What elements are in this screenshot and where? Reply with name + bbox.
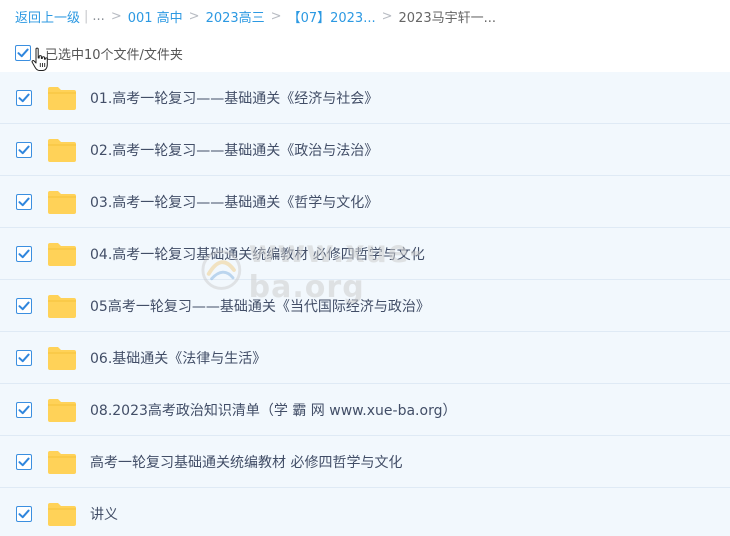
file-list: 01.高考一轮复习——基础通关《经济与社会》 02.高考一轮复习——基础通关《政… xyxy=(0,72,730,536)
list-item[interactable]: 01.高考一轮复习——基础通关《经济与社会》 xyxy=(0,72,730,124)
chevron-right-icon: > xyxy=(270,8,282,24)
list-item[interactable]: 04.高考一轮复习基础通关统编教材 必修四哲学与文化 xyxy=(0,228,730,280)
row-checkbox[interactable] xyxy=(16,297,32,314)
list-item[interactable]: 06.基础通关《法律与生活》 xyxy=(0,332,730,384)
file-name[interactable]: 08.2023高考政治知识清单（学 霸 网 www.xue-ba.org） xyxy=(90,400,456,420)
row-checkbox[interactable] xyxy=(16,89,32,106)
file-name[interactable]: 01.高考一轮复习——基础通关《经济与社会》 xyxy=(90,88,378,108)
row-checkbox[interactable] xyxy=(16,141,32,158)
file-browser: 返回上一级 | ... > 001 高中 > 2023高三 > 【07】2023… xyxy=(0,0,730,536)
chevron-right-icon: > xyxy=(188,8,200,24)
check-icon xyxy=(18,405,30,414)
row-checkbox[interactable] xyxy=(16,245,32,262)
check-icon xyxy=(18,509,30,518)
check-icon xyxy=(17,48,29,58)
file-name[interactable]: 04.高考一轮复习基础通关统编教材 必修四哲学与文化 xyxy=(90,244,425,264)
folder-icon xyxy=(48,294,76,318)
breadcrumb-ellipsis[interactable]: ... xyxy=(92,9,104,24)
folder-icon xyxy=(48,242,76,266)
file-name[interactable]: 02.高考一轮复习——基础通关《政治与法治》 xyxy=(90,140,378,160)
file-name[interactable]: 03.高考一轮复习——基础通关《哲学与文化》 xyxy=(90,192,378,212)
file-name[interactable]: 06.基础通关《法律与生活》 xyxy=(90,348,266,368)
check-icon xyxy=(18,197,30,206)
list-item[interactable]: 02.高考一轮复习——基础通关《政治与法治》 xyxy=(0,124,730,176)
check-icon xyxy=(18,249,30,258)
list-item[interactable]: 高考一轮复习基础通关统编教材 必修四哲学与文化 xyxy=(0,436,730,488)
file-name[interactable]: 讲义 xyxy=(90,504,118,524)
file-name[interactable]: 高考一轮复习基础通关统编教材 必修四哲学与文化 xyxy=(90,452,402,472)
list-item[interactable]: 03.高考一轮复习——基础通关《哲学与文化》 xyxy=(0,176,730,228)
breadcrumb: 返回上一级 | ... > 001 高中 > 2023高三 > 【07】2023… xyxy=(15,6,496,26)
select-all-row: 已选中10个文件/文件夹 xyxy=(15,44,183,63)
breadcrumb-divider: | xyxy=(84,8,89,24)
file-name[interactable]: 05高考一轮复习——基础通关《当代国际经济与政治》 xyxy=(90,296,430,316)
breadcrumb-item[interactable]: 【07】2023... xyxy=(288,7,376,26)
chevron-right-icon: > xyxy=(381,8,393,24)
list-item[interactable]: 08.2023高考政治知识清单（学 霸 网 www.xue-ba.org） xyxy=(0,384,730,436)
check-icon xyxy=(18,457,30,466)
breadcrumb-current: 2023马宇轩一... xyxy=(398,10,496,26)
list-item[interactable]: 讲义 xyxy=(0,488,730,536)
breadcrumb-item[interactable]: 2023高三 xyxy=(206,7,265,26)
select-all-checkbox[interactable] xyxy=(15,45,31,61)
list-item[interactable]: 05高考一轮复习——基础通关《当代国际经济与政治》 xyxy=(0,280,730,332)
check-icon xyxy=(18,353,30,362)
folder-icon xyxy=(48,138,76,162)
breadcrumb-item[interactable]: 001 高中 xyxy=(128,7,183,26)
row-checkbox[interactable] xyxy=(16,193,32,210)
folder-icon xyxy=(48,86,76,110)
folder-icon xyxy=(48,398,76,422)
folder-icon xyxy=(48,450,76,474)
row-checkbox[interactable] xyxy=(16,505,32,522)
folder-icon xyxy=(48,502,76,526)
back-link[interactable]: 返回上一级 xyxy=(15,7,80,26)
check-icon xyxy=(18,93,30,102)
selection-summary: 已选中10个文件/文件夹 xyxy=(45,47,183,63)
folder-icon xyxy=(48,190,76,214)
folder-icon xyxy=(48,346,76,370)
row-checkbox[interactable] xyxy=(16,401,32,418)
check-icon xyxy=(18,145,30,154)
row-checkbox[interactable] xyxy=(16,453,32,470)
check-icon xyxy=(18,301,30,310)
row-checkbox[interactable] xyxy=(16,349,32,366)
chevron-right-icon: > xyxy=(110,8,122,24)
